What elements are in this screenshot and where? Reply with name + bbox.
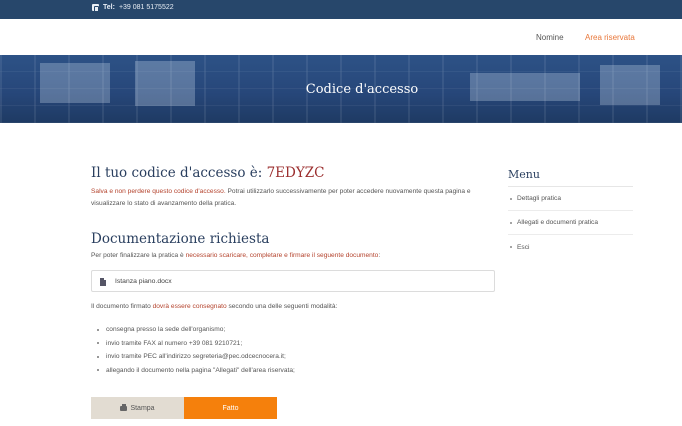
print-button-label: Stampa (130, 404, 155, 412)
list-item: invio tramite PEC all'indirizzo segreter… (97, 350, 295, 364)
bullet (510, 197, 512, 200)
delivery-mode-text: invio tramite PEC all'indirizzo segreter… (106, 353, 286, 361)
documentation-intro-suffix: : (378, 252, 381, 259)
bullet (97, 342, 99, 345)
delivery-mode-text: allegando il documento nella pagina "All… (106, 366, 295, 374)
documentation-heading: Documentazione richiesta (91, 231, 270, 247)
file-icon (100, 278, 106, 286)
delivery-mode-text: invio tramite FAX al numero +39 081 9210… (106, 339, 243, 347)
access-code-info: Salva e non perdere questo codice d'acce… (91, 186, 495, 210)
sidebar-item-dettagli-pratica[interactable]: Dettagli pratica (508, 187, 633, 211)
delivery-intro-suffix: secondo una delle seguenti modalità: (226, 303, 338, 310)
delivery-intro-prefix: Il documento firmato (91, 303, 153, 310)
bullet (97, 355, 99, 358)
sidebar-item-label: Allegati e documenti pratica (517, 219, 599, 226)
access-code-heading-text: Il tuo codice d'accesso è: (91, 165, 263, 181)
document-download-link[interactable]: Istanza piano.docx (91, 270, 495, 292)
documentation-intro-prefix: Per poter finalizzare la pratica è (91, 252, 186, 259)
page-title: Codice d'accesso (305, 82, 419, 97)
sidebar-item-allegati[interactable]: Allegati e documenti pratica (508, 211, 633, 235)
phone-icon (92, 4, 99, 12)
list-item: invio tramite FAX al numero +39 081 9210… (97, 337, 295, 351)
delivery-intro-highlight: dovrà essere consegnato (152, 303, 227, 310)
bullet (97, 369, 99, 372)
print-button[interactable]: Stampa (91, 397, 184, 419)
documentation-intro: Per poter finalizzare la pratica è neces… (91, 252, 380, 259)
phone-label: Tel: (103, 4, 115, 11)
bullet (97, 328, 99, 331)
bullet (510, 221, 512, 224)
done-button[interactable]: Fatto (184, 397, 277, 419)
list-item: allegando il documento nella pagina "All… (97, 364, 295, 378)
nav-link-nomine[interactable]: Nomine (536, 33, 564, 42)
sidebar-title: Menu (508, 168, 633, 187)
delivery-modes-list: consegna presso la sede dell'organismo; … (97, 323, 295, 377)
sidebar-item-label: Dettagli pratica (517, 195, 561, 202)
phone-contact[interactable]: Tel: +39 081 5175522 (92, 4, 174, 12)
printer-icon (120, 403, 128, 411)
access-code-warning: Salva e non perdere questo codice d'acce… (91, 188, 226, 195)
access-code-value: 7EDYZC (266, 165, 325, 181)
bullet (510, 246, 512, 248)
main-content: Il tuo codice d'accesso è: 7EDYZC Salva … (91, 165, 495, 419)
documentation-intro-highlight: necessario scaricare, completare e firma… (185, 252, 379, 259)
sidebar-menu: Menu Dettagli pratica Allegati e documen… (508, 168, 633, 259)
access-code-heading: Il tuo codice d'accesso è: 7EDYZC (91, 165, 495, 181)
top-bar: Tel: +39 081 5175522 (0, 0, 682, 19)
document-file-name: Istanza piano.docx (115, 278, 172, 285)
list-item: consegna presso la sede dell'organismo; (97, 323, 295, 337)
nav-link-area-riservata[interactable]: Area riservata (585, 33, 635, 42)
page-hero: Codice d'accesso (0, 55, 682, 123)
done-button-label: Fatto (222, 404, 239, 412)
phone-number: +39 081 5175522 (118, 4, 174, 11)
delivery-intro: Il documento firmato dovrà essere conseg… (91, 303, 337, 310)
sidebar-item-esci[interactable]: Esci (508, 235, 633, 259)
delivery-mode-text: consegna presso la sede dell'organismo; (106, 326, 226, 334)
sidebar-item-label: Esci (517, 243, 530, 251)
main-nav: Nomine Area riservata (0, 19, 682, 55)
